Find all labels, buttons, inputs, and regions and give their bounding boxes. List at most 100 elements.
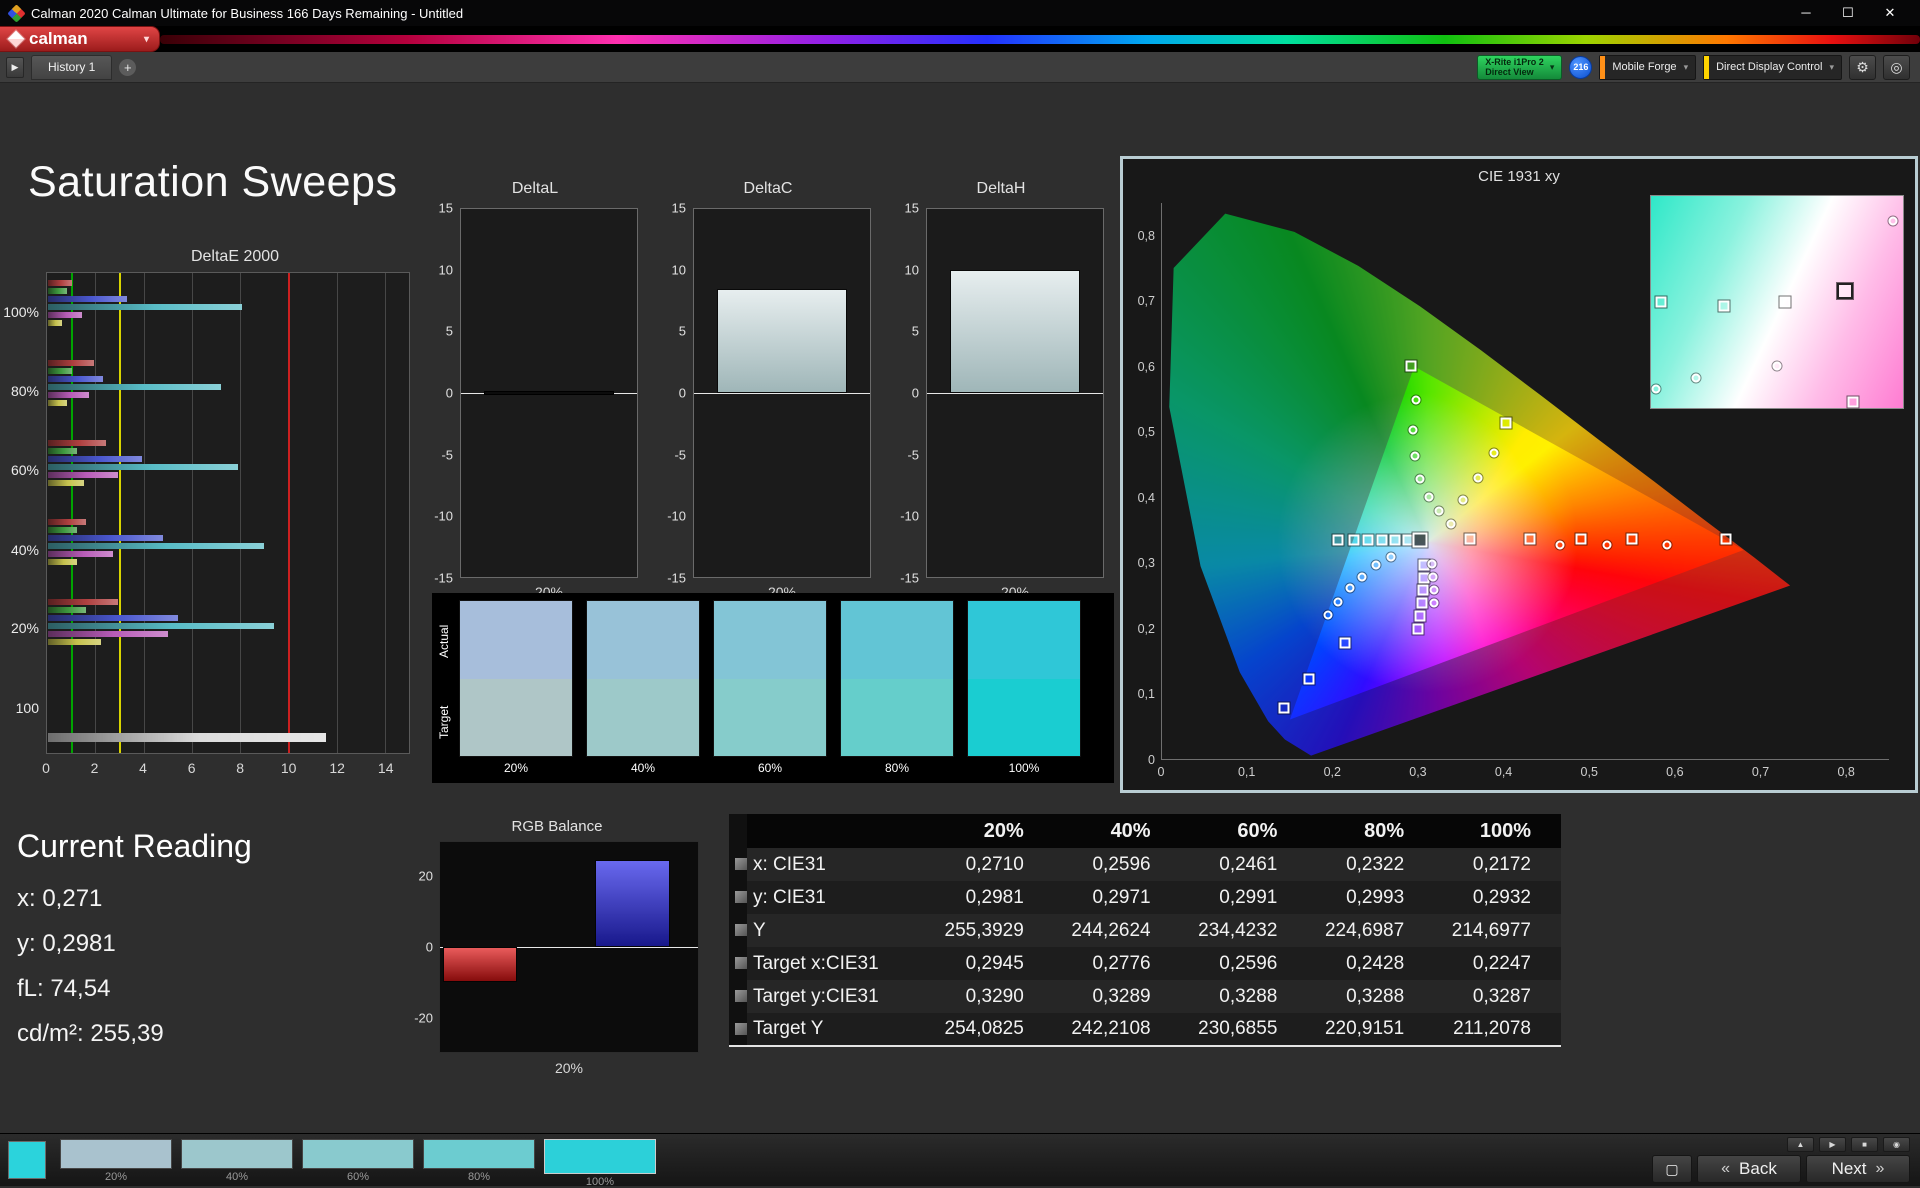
deltae-group-label: 60% [10,462,39,478]
deltae-bar [48,296,128,302]
meas-value-cell: 0,2710 [965,853,1024,875]
deltaC-plot [693,208,871,578]
cie-circle-point [1408,425,1418,435]
compare-actual-swatch [714,601,826,679]
deltae-gridline [384,273,386,753]
window-title: Calman 2020 Calman Ultimate for Business… [31,5,464,21]
meas-value-cell: 0,2991 [1219,886,1278,908]
minimize-button[interactable]: ─ [1786,1,1826,25]
cie-circle-point [1428,572,1438,582]
play-small-button[interactable]: ▶ [1819,1137,1846,1152]
meas-column-header: 20% [927,814,1054,848]
cie-circle-point [1411,395,1421,405]
stop-small-button[interactable]: ■ [1851,1137,1878,1152]
cie-circle-point [1371,560,1381,570]
deltae-ref-line-warn [119,273,122,753]
meas-value-cell: 0,3290 [965,985,1024,1007]
deltae-bar-group [48,733,408,742]
meas-header-row: 20% 40% 60% 80% 100% [729,814,1561,848]
deltae-bar-group [48,280,408,326]
bottom-swatch-100%[interactable]: 100% [544,1139,656,1188]
bottom-swatch-color [60,1139,172,1169]
back-button[interactable]: « Back [1697,1155,1801,1183]
cie-circle-point [1555,540,1565,550]
tab-history-1[interactable]: History 1 [31,54,113,80]
bottom-bar: 20% 40% 60% 80% 100% ▲ ▶ ■ ◉ ▢ « Back Next » [0,1133,1920,1188]
next-button[interactable]: Next » [1806,1155,1910,1183]
cie-circle-point [1662,540,1672,550]
deltae-bar [48,456,142,462]
bottom-swatch-60%[interactable]: 60% [302,1139,414,1183]
row-marker-icon [735,924,747,937]
layout-thumbnail[interactable] [8,1141,46,1179]
next-button-label: Next [1831,1159,1867,1178]
calman-diamond-icon [6,29,26,49]
compare-actual-swatch [587,601,699,679]
deltae-bar [48,631,168,637]
settings-gear-button[interactable]: ⚙ [1849,54,1876,80]
meas-column-header: 100% [1434,814,1561,848]
record-small-button[interactable]: ◉ [1883,1137,1910,1152]
cie-square-point [1464,533,1476,545]
compare-column-label: 80% [884,761,910,775]
deltae-gridline [191,273,193,753]
meas-row: Target x:CIE31 0,2945 0,2776 0,2596 0,2428 0,… [729,947,1561,980]
deltae-bar [48,535,164,541]
meas-value-cell: 0,2247 [1472,952,1531,974]
deltae-group-label: 100 [15,700,39,716]
deltaH-ytick: -10 [900,508,919,524]
deltaH-ytick: 15 [904,200,919,216]
rgb-ytick: -20 [414,1010,433,1026]
bottom-swatch-80%[interactable]: 80% [423,1139,535,1183]
close-button[interactable]: ✕ [1870,1,1910,25]
meas-value-cell: 0,2322 [1346,853,1405,875]
deltaL-ytick: 10 [438,262,453,278]
deltae-bar [48,527,77,533]
deltaC-zero-line [694,393,870,394]
display-control-label: Direct Display Control [1716,61,1823,73]
rgb-ytick: 0 [425,939,433,955]
cie-inset-bold-square [1837,283,1854,300]
meas-value-cell: 0,3288 [1219,985,1278,1007]
calman-menu-button[interactable]: calman ▾ [0,26,160,52]
eject-small-button[interactable]: ▲ [1787,1137,1814,1152]
current-reading-fl: fL: 74,54 [17,975,111,1002]
pattern-window-button[interactable]: ◎ [1883,54,1910,80]
deltae-xtick: 8 [236,760,245,776]
deltae-bar [48,360,94,366]
bottom-swatch-label: 20% [104,1171,128,1183]
meter-status-badge[interactable]: 216 [1569,55,1593,79]
deltaH-bar [949,270,1081,393]
cie-xtick: 0 [1157,765,1165,779]
deltal-title: DeltaL [511,180,559,197]
deltae-bar [48,400,68,406]
meas-row: Target Y 254,0825 242,2108 230,6855 220,9151… [729,1013,1561,1047]
source-select-dropdown[interactable]: Mobile Forge ▾ [1599,54,1697,80]
cie-inset-circle-point [1691,373,1701,383]
rgb-xlabel: 20% [554,1060,584,1076]
cie-square-point [1412,623,1424,635]
deltae-gridline [336,273,338,753]
cie-square-point [1416,597,1428,609]
maximize-button[interactable]: ☐ [1828,1,1868,25]
deltaL-ytick: -10 [434,508,453,524]
cie-circle-point [1458,495,1468,505]
compare-columns: 20% 40% 60% 80% 100% [459,600,1081,775]
add-tab-button[interactable]: + [119,58,137,76]
stop-pattern-button[interactable]: ▢ [1652,1155,1692,1183]
display-control-dropdown[interactable]: Direct Display Control ▾ [1703,54,1842,80]
cie-ytick: 0,6 [1137,359,1155,374]
meas-body: x: CIE31 0,2710 0,2596 0,2461 0,2322 0,2172 y:… [729,848,1561,1047]
meas-row-label: Target y:CIE31 [753,985,879,1007]
history-expand-button[interactable]: ▶ [6,56,24,78]
bottom-swatch-20%[interactable]: 20% [60,1139,172,1183]
bottom-swatch-40%[interactable]: 40% [181,1139,293,1183]
cie-square-point [1376,534,1388,546]
cie-xtick: 0,1 [1237,765,1256,779]
meas-value-cell: 0,2981 [965,886,1024,908]
meas-value-cell: 0,2993 [1346,886,1405,908]
deltae-bar [48,376,104,382]
deltaH-zero-line [927,393,1103,394]
chevron-down-icon: ▾ [1683,61,1689,72]
meter-select-dropdown[interactable]: X-Rite i1Pro 2 Direct View ▾ [1477,54,1563,80]
